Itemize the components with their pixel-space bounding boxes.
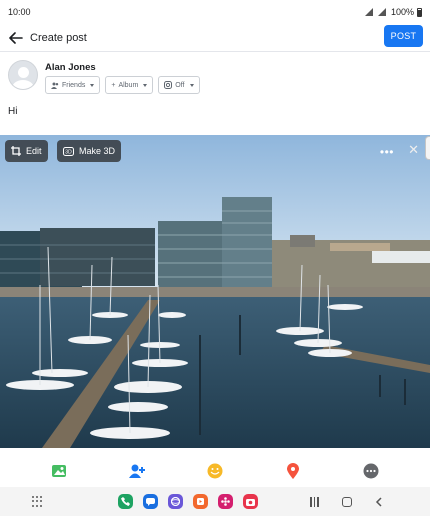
check-in-icon[interactable] [284,462,302,480]
instagram-icon [164,81,173,89]
plus-icon: + [111,81,116,89]
album-label: Album [118,81,139,89]
status-time: 10:00 [8,7,31,17]
signal-icon [364,8,373,16]
camera-app-icon[interactable] [243,494,258,509]
chevron-down-icon [189,83,194,87]
chevron-down-icon [143,83,148,87]
3d-icon: 3D [63,146,74,156]
system-navbar [0,487,430,516]
internet-app-icon[interactable] [168,494,183,509]
more-icon[interactable] [362,462,380,480]
author-info: Alan Jones Friends + Album Off [45,60,200,94]
edit-label: Edit [26,146,42,156]
edit-photo-button[interactable]: Edit [5,140,48,162]
status-indicators: 100% [364,7,422,17]
crop-icon [11,146,21,156]
author-name: Alan Jones [45,62,96,73]
battery-percent: 100% [390,7,414,17]
album-selector[interactable]: + Album [105,76,154,94]
recent-apps-icon[interactable] [310,496,320,507]
svg-text:3D: 3D [65,149,72,155]
post-text-input[interactable]: Hi [8,106,17,117]
harbor-photo [0,135,430,448]
signal-icon [377,8,386,16]
make3d-label: Make 3D [79,146,116,156]
audience-label: Friends [62,81,86,89]
back-arrow-icon[interactable] [8,30,24,46]
nav-buttons [310,496,384,507]
make-3d-button[interactable]: 3D Make 3D [57,140,122,162]
app-drawer-icon[interactable] [32,495,44,508]
phone-app-icon[interactable] [118,494,133,509]
play-store-app-icon[interactable] [193,494,208,509]
audience-pills: Friends + Album Off [45,76,200,94]
post-button[interactable]: POST [384,25,423,47]
friends-icon [51,82,59,89]
feeling-icon[interactable] [206,462,224,480]
page-title: Create post [30,31,87,44]
close-icon[interactable]: ✕ [408,142,419,158]
instagram-selector[interactable]: Off [158,76,200,94]
avatar [8,60,38,90]
status-bar: 10:00 100% [0,0,430,24]
attached-photo[interactable]: Edit 3D Make 3D ••• ✕ [0,135,430,448]
author-row: Alan Jones Friends + Album Off [8,60,200,94]
tag-people-icon[interactable] [128,462,146,480]
battery-icon [417,7,422,17]
instagram-label: Off [175,81,185,89]
audience-selector[interactable]: Friends [45,76,101,94]
back-icon[interactable] [374,496,384,507]
header: Create post POST [0,24,430,52]
post-toolbar [0,456,430,486]
more-options-icon[interactable]: ••• [380,145,394,159]
home-icon[interactable] [342,496,352,507]
chevron-down-icon [90,83,95,87]
gallery-app-icon[interactable] [218,494,233,509]
photo-video-icon[interactable] [50,462,68,480]
app-dock [118,494,258,509]
messages-app-icon[interactable] [143,494,158,509]
side-panel-handle[interactable] [425,136,430,160]
